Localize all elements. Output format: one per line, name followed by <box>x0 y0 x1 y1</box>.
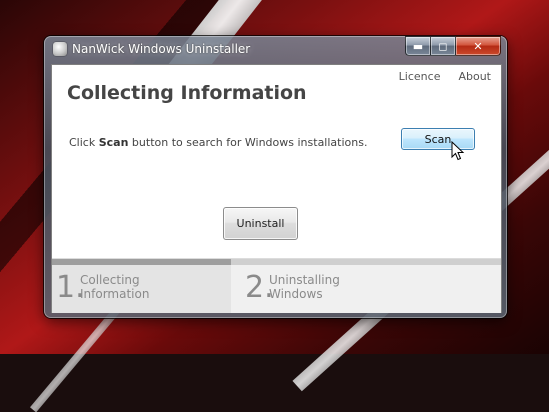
step-uninstalling: 2. Uninstalling Windows <box>231 259 501 313</box>
mouse-pointer-icon <box>451 141 465 161</box>
step-label-line2: Information <box>80 287 150 301</box>
step-indicator: 1. Collecting Information 2. Uninstallin… <box>52 258 501 313</box>
maximize-button[interactable]: ◻ <box>431 36 456 56</box>
step-label-line2: Windows <box>269 287 323 301</box>
top-links: Licence About <box>399 70 491 83</box>
uninstall-button[interactable]: Uninstall <box>223 207 298 240</box>
caption-buttons: ▬ ◻ ✕ <box>405 36 501 56</box>
step-progress-bar <box>52 259 231 265</box>
instruction-text: Click Scan button to search for Windows … <box>69 136 367 149</box>
step-label: Collecting Information <box>80 273 149 301</box>
step-collecting: 1. Collecting Information <box>52 259 231 313</box>
step-label: Uninstalling Windows <box>269 273 340 301</box>
instruction-suffix: button to search for Windows installatio… <box>131 136 368 149</box>
uninstaller-window: NanWick Windows Uninstaller ▬ ◻ ✕ Licenc… <box>44 36 507 318</box>
title-bar[interactable]: NanWick Windows Uninstaller ▬ ◻ ✕ <box>44 36 507 64</box>
step-label-line1: Uninstalling <box>269 273 340 287</box>
step-progress-bar <box>231 259 501 265</box>
instruction-keyword: Scan <box>98 136 129 149</box>
app-icon <box>53 42 67 56</box>
about-link[interactable]: About <box>458 70 491 83</box>
licence-link[interactable]: Licence <box>399 70 441 83</box>
page-title: Collecting Information <box>67 82 307 104</box>
client-area: Licence About Collecting Information Cli… <box>51 64 502 313</box>
close-button[interactable]: ✕ <box>456 36 501 56</box>
minimize-button[interactable]: ▬ <box>405 36 431 56</box>
step-label-line1: Collecting <box>80 273 140 287</box>
window-title: NanWick Windows Uninstaller <box>72 42 251 56</box>
instruction-prefix: Click <box>69 136 96 149</box>
